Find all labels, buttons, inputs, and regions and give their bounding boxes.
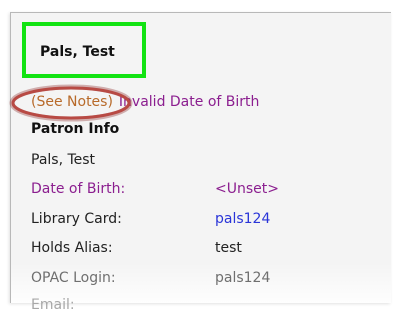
field-label-opac-login: OPAC Login:: [31, 270, 116, 286]
field-label-library-card: Library Card:: [31, 211, 122, 227]
field-value-holds-alias: test: [215, 240, 242, 256]
field-label-date-of-birth: Date of Birth:: [31, 181, 126, 197]
section-title-patron-info: Patron Info: [31, 121, 120, 137]
field-value-date-of-birth: <Unset>: [215, 181, 279, 197]
patron-display-name: Pals, Test: [31, 152, 96, 168]
invalid-dob-alert[interactable]: Invalid Date of Birth: [119, 94, 259, 110]
alert-line: (See Notes) Invalid Date of Birth: [31, 94, 259, 110]
field-label-holds-alias: Holds Alias:: [31, 240, 113, 256]
patron-summary-screenshot: Pals, Test (See Notes) Invalid Date of Bi…: [0, 0, 399, 320]
field-label-email: Email:: [31, 297, 75, 313]
field-value-library-card[interactable]: pals124: [215, 211, 270, 227]
field-value-opac-login: pals124: [215, 270, 271, 286]
patron-name-header: Pals, Test: [22, 22, 146, 78]
patron-name-header-text: Pals, Test: [40, 44, 115, 60]
see-notes-link[interactable]: (See Notes): [31, 94, 113, 110]
